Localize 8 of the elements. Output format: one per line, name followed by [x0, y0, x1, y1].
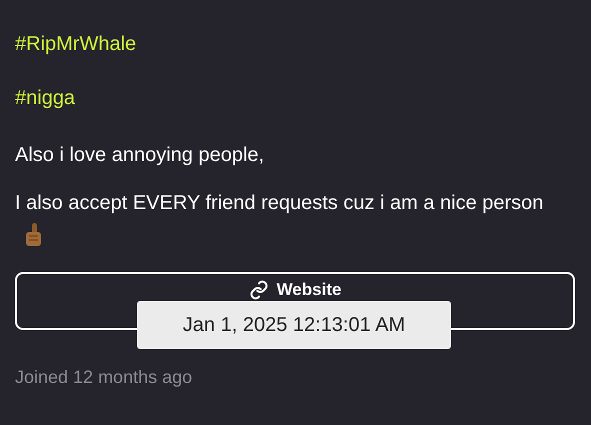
- thumbs-up-icon: [23, 223, 43, 247]
- hashtag-link[interactable]: #nigga: [15, 86, 76, 110]
- joined-text: Joined 12 months ago: [15, 366, 194, 389]
- timestamp-tooltip: Jan 1, 2025 12:13:01 AM: [137, 301, 451, 349]
- bio-paragraph: I also accept EVERY friend requests cuz i am a nice person: [15, 186, 545, 254]
- link-icon: [248, 280, 269, 300]
- hashtag-link[interactable]: #RipMrWhale: [15, 32, 136, 56]
- bio-paragraph: Also i love annoying people,: [15, 143, 266, 168]
